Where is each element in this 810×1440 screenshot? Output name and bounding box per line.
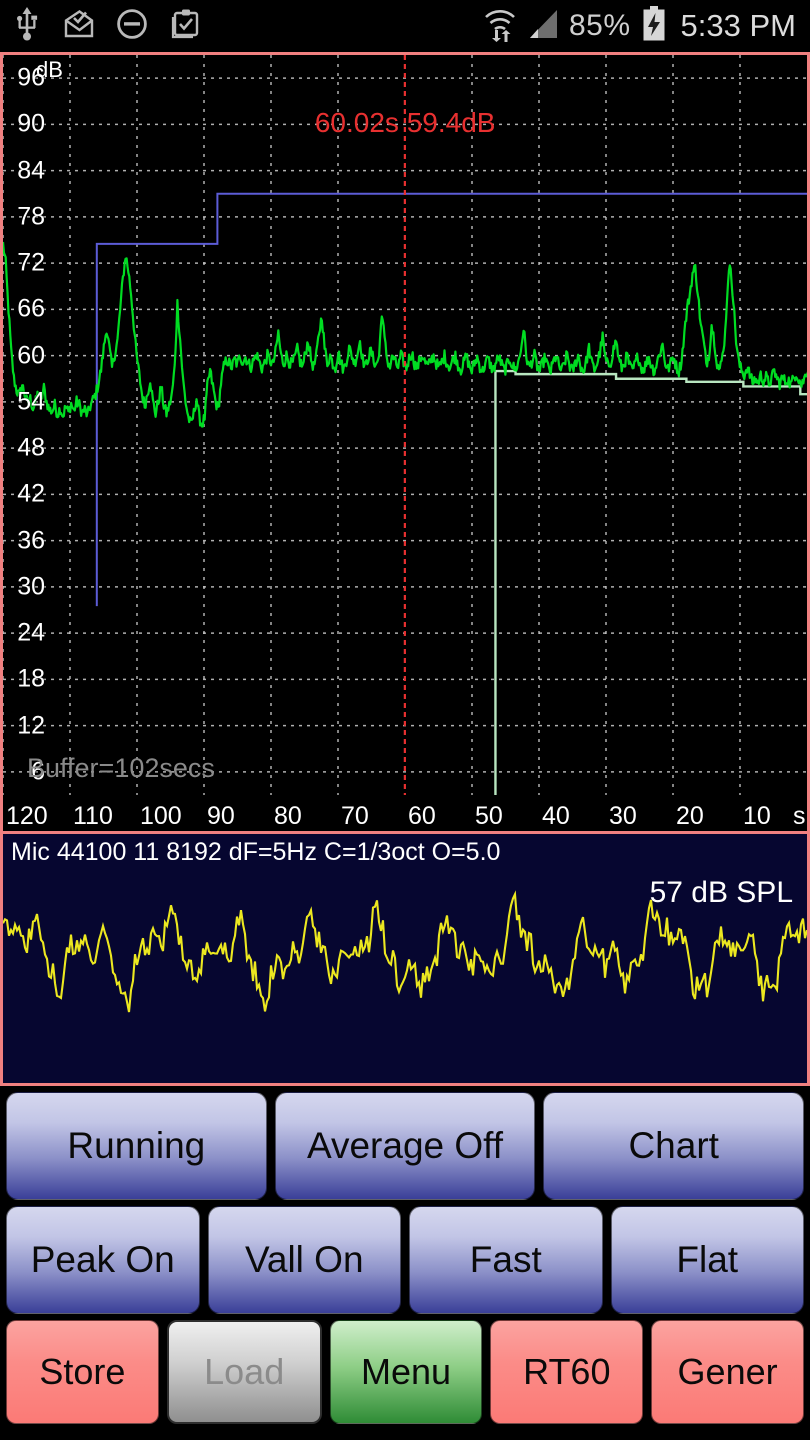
button-chart[interactable]: Chart: [543, 1092, 805, 1200]
scope-svg: [3, 834, 807, 1080]
wifi-updown-icon: [483, 6, 517, 47]
button-row-3: Store Load Menu RT60 Gener: [0, 1320, 810, 1430]
button-rt60[interactable]: RT60: [490, 1320, 644, 1424]
battery-percent-label: 85%: [569, 9, 631, 42]
button-peak-on[interactable]: Peak On: [6, 1206, 200, 1314]
chart-svg: [3, 55, 807, 831]
mail-open-check-icon: [62, 9, 94, 44]
do-not-disturb-icon: [116, 8, 148, 45]
button-running[interactable]: Running: [6, 1092, 267, 1200]
mic-settings-label: Mic 44100 11 8192 dF=5Hz C=1/3oct O=5.0: [11, 838, 501, 866]
cursor-readout-label: 60.02s 59.4dB: [314, 107, 496, 139]
button-store[interactable]: Store: [6, 1320, 159, 1424]
spl-history-chart[interactable]: 96 90 84 78 72 66 60 54 48 42 36 30 24 18 12 6 dB 120 110…: [0, 52, 810, 834]
status-bar-left-icons: [14, 6, 200, 46]
button-row-1: Running Average Off Chart: [0, 1092, 810, 1206]
button-gener[interactable]: Gener: [651, 1320, 804, 1424]
buffer-length-label: Buffer=102secs: [27, 752, 215, 783]
spl-readout-label: 57 dB SPL: [649, 876, 793, 909]
button-average-off[interactable]: Average Off: [274, 1092, 536, 1200]
status-bar: 85% 5:33 PM: [0, 0, 810, 52]
control-panel: Running Average Off Chart Peak On Vall On Fa…: [0, 1086, 810, 1430]
clock-label: 5:33 PM: [680, 8, 796, 43]
battery-charging-icon: [641, 5, 667, 47]
button-load[interactable]: Load: [166, 1320, 322, 1424]
chart-plot-area[interactable]: [3, 55, 807, 831]
clipboard-check-icon: [170, 8, 200, 44]
button-flat[interactable]: Flat: [610, 1206, 804, 1314]
button-menu[interactable]: Menu: [329, 1320, 483, 1424]
button-vall-on[interactable]: Vall On: [207, 1206, 401, 1314]
cellular-signal-icon: [527, 7, 559, 46]
button-row-2: Peak On Vall On Fast Flat: [0, 1206, 810, 1320]
oscilloscope-panel[interactable]: Mic 44100 11 8192 dF=5Hz C=1/3oct O=5.0 …: [0, 834, 810, 1086]
usb-icon: [14, 6, 40, 46]
status-bar-right: 85% 5:33 PM: [483, 5, 796, 47]
button-fast[interactable]: Fast: [409, 1206, 603, 1314]
